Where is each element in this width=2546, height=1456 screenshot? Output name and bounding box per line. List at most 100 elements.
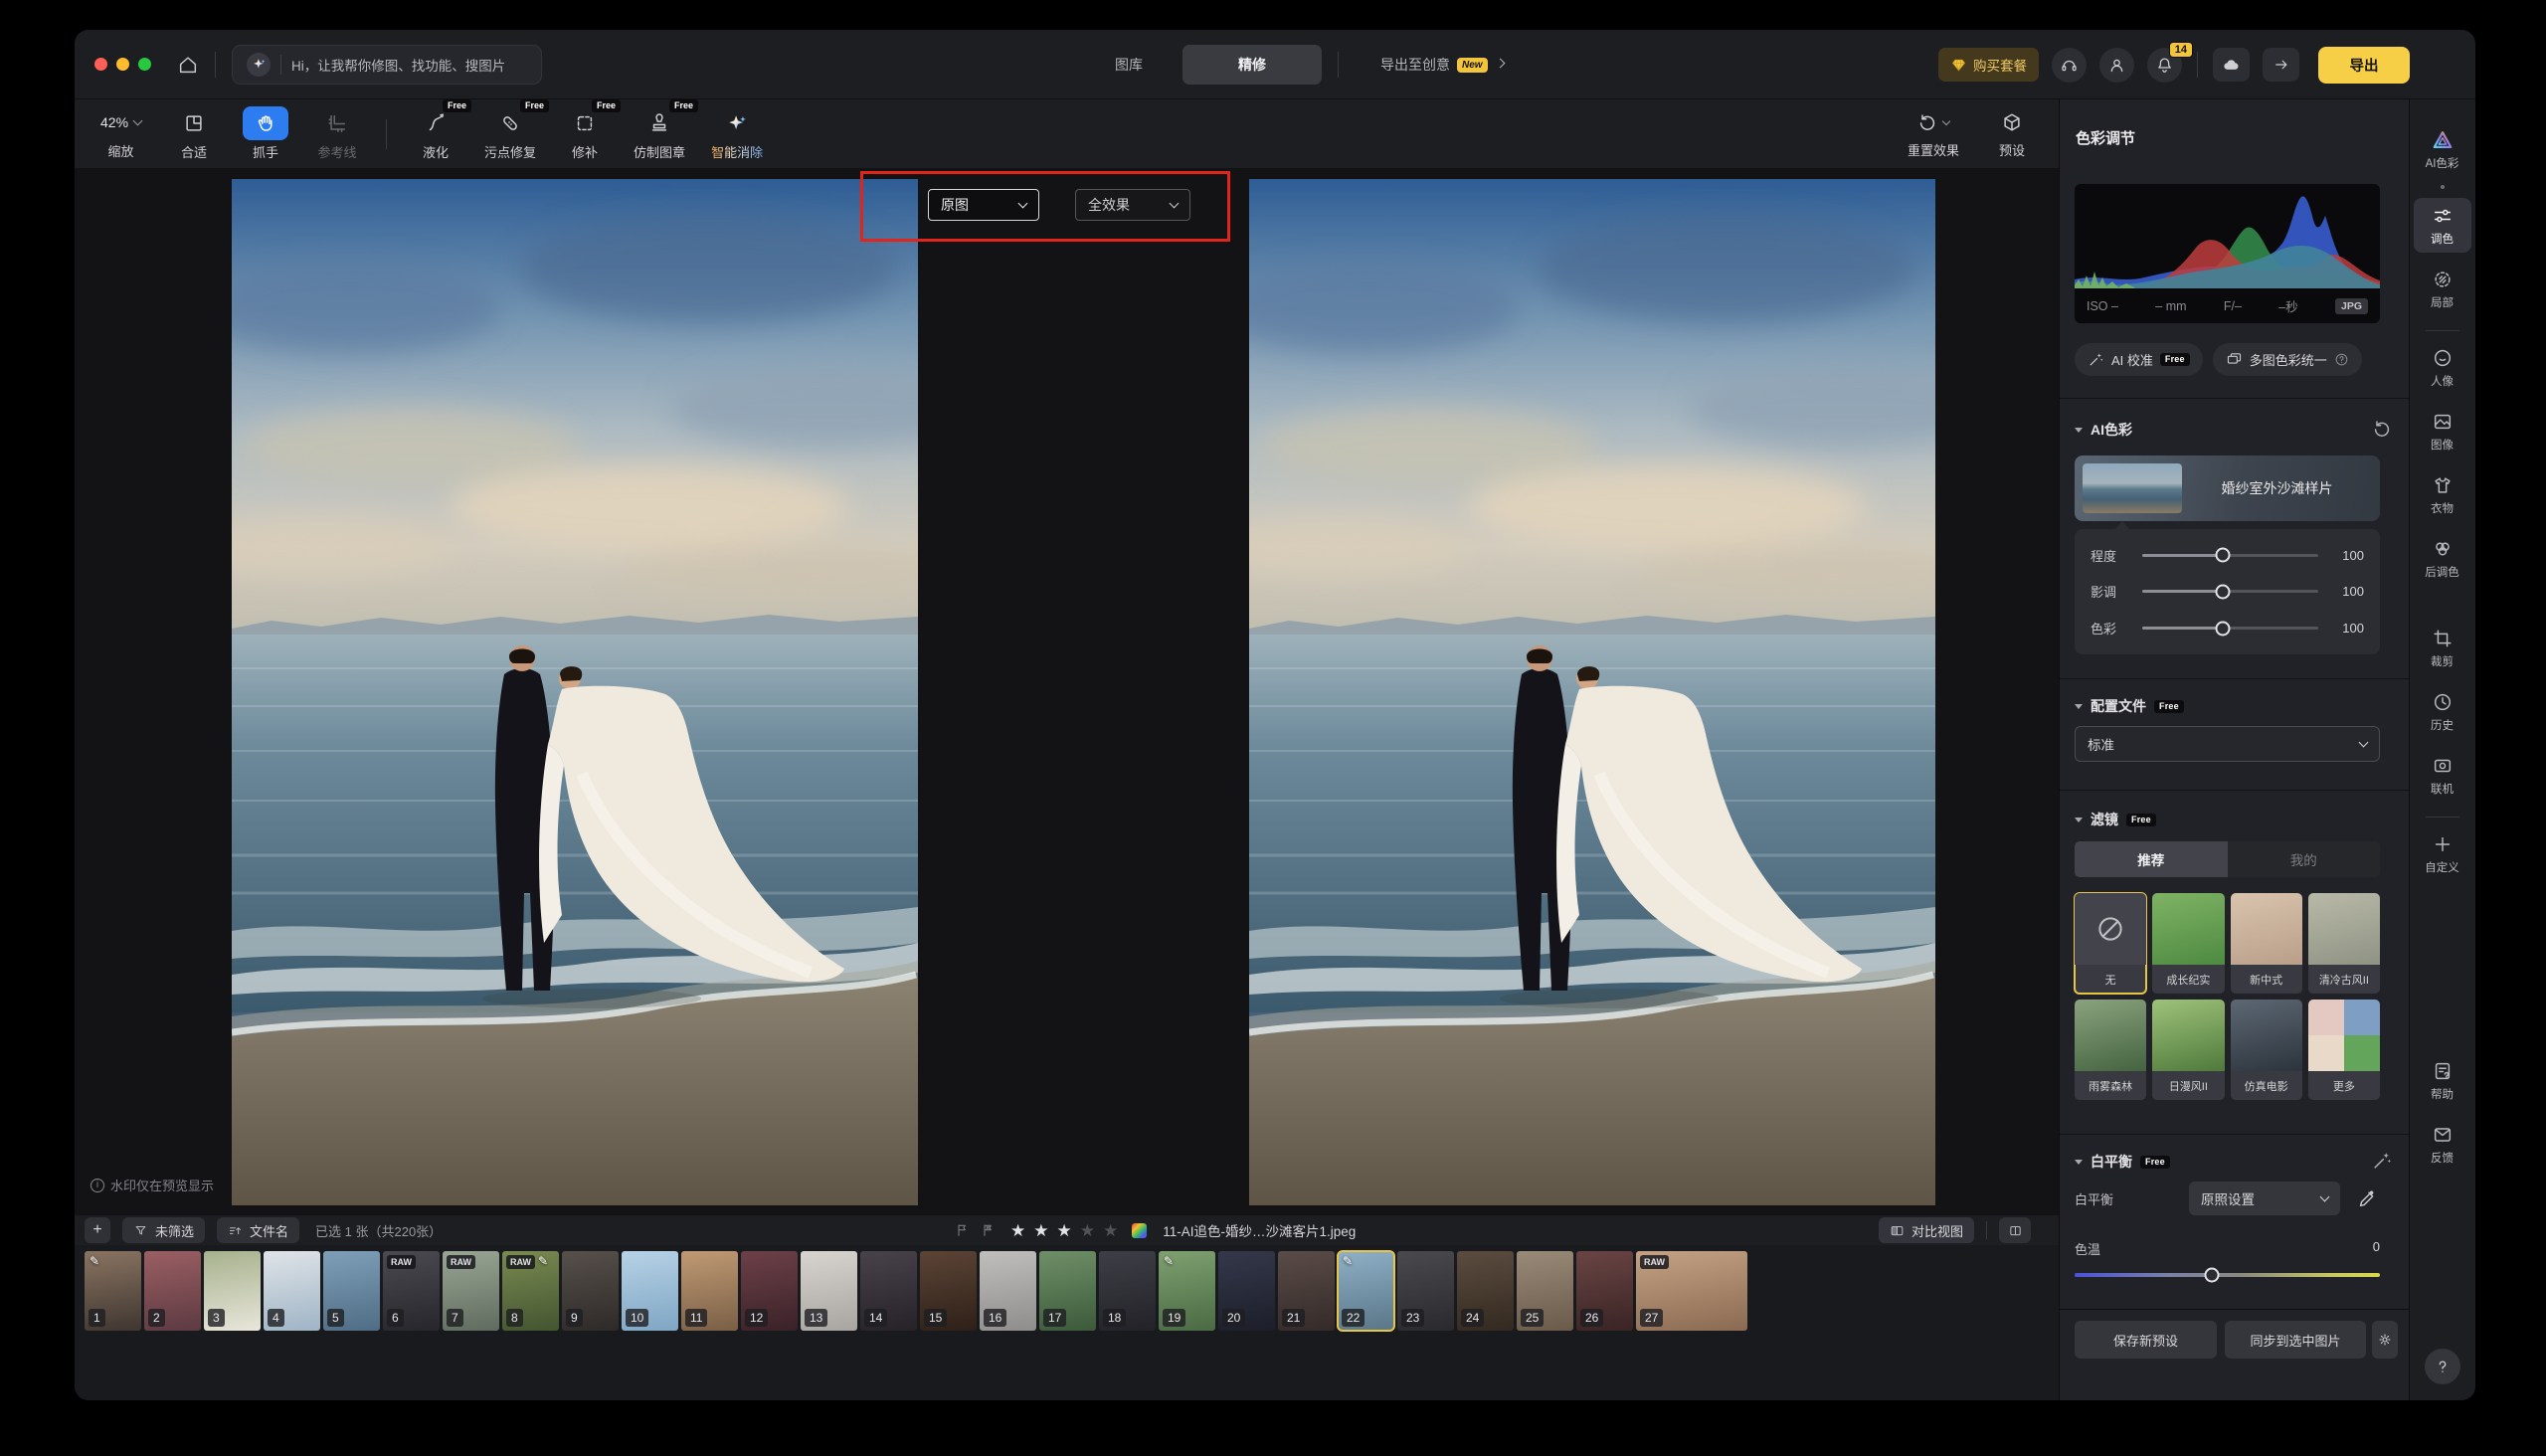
star-2[interactable]: ★ (1033, 1222, 1048, 1239)
ai-assistant-search[interactable]: Hi，让我帮你修图、找功能、搜图片 (232, 45, 542, 85)
multi-image-unify-button[interactable]: 多图色彩统一 (2213, 343, 2362, 376)
slider-knob[interactable] (2216, 548, 2231, 563)
temperature-slider[interactable] (2075, 1273, 2380, 1277)
white-balance-dropdown[interactable]: 原照设置 (2189, 1182, 2340, 1215)
filter-新中式[interactable]: 新中式 (2231, 893, 2302, 994)
filmstrip-thumb-14[interactable]: 14 (860, 1251, 917, 1331)
sidebar-item-裁剪[interactable]: 裁剪 (2414, 621, 2471, 675)
filter-无[interactable]: 无 (2075, 893, 2146, 994)
home-icon[interactable] (177, 54, 199, 76)
effects-view-dropdown[interactable]: 全效果 (1075, 189, 1190, 221)
filter-雨雾森林[interactable]: 雨雾森林 (2075, 1000, 2146, 1100)
filmstrip-thumb-17[interactable]: 17 (1039, 1251, 1096, 1331)
tool-heal[interactable]: 污点修复Free (484, 106, 536, 161)
star-5[interactable]: ★ (1103, 1222, 1118, 1239)
tool-guides[interactable]: 参考线 (314, 106, 360, 161)
sync-settings-button[interactable] (2372, 1321, 2398, 1359)
filmstrip-thumb-21[interactable]: 21 (1278, 1251, 1335, 1331)
sidebar-item-衣物[interactable]: 衣物 (2414, 467, 2471, 522)
filmstrip-thumb-24[interactable]: 24 (1457, 1251, 1514, 1331)
sidebar-item-局部[interactable]: 局部 (2414, 262, 2471, 316)
source-view-dropdown[interactable]: 原图 (928, 189, 1039, 221)
sidebar-item-帮助[interactable]: 帮助 (2414, 1053, 2471, 1108)
zoom-window-button[interactable] (138, 58, 151, 71)
sidebar-item-人像[interactable]: 人像 (2414, 340, 2471, 395)
section-reset-icon[interactable] (2371, 418, 2393, 440)
filter-清冷古风II[interactable]: 清冷古风II (2308, 893, 2380, 994)
filmstrip-thumb-4[interactable]: 4 (264, 1251, 320, 1331)
filmstrip-thumb-18[interactable]: 18 (1099, 1251, 1156, 1331)
filmstrip-thumb-3[interactable]: 3 (204, 1251, 261, 1331)
ai-color-preset-card[interactable]: 婚纱室外沙滩样片 (2075, 455, 2380, 521)
flag-reject-icon[interactable] (981, 1222, 997, 1238)
filmstrip-thumb-26[interactable]: 26 (1576, 1251, 1633, 1331)
filmstrip-thumb-19[interactable]: ✎19 (1159, 1251, 1215, 1331)
close-window-button[interactable] (94, 58, 107, 71)
filmstrip-thumb-1[interactable]: ✎1 (85, 1251, 141, 1331)
filter-日漫风II[interactable]: 日漫风II (2152, 1000, 2224, 1100)
tool-liquify[interactable]: 液化Free (413, 106, 458, 161)
tool-sparkle[interactable]: 智能消除 (711, 106, 763, 161)
sidebar-item-联机[interactable]: 联机 (2414, 748, 2471, 803)
filmstrip-thumb-27[interactable]: RAW27 (1636, 1251, 1747, 1331)
sidebar-item-调色[interactable]: 调色 (2414, 198, 2471, 253)
buy-plan-button[interactable]: 购买套餐 (1938, 48, 2039, 82)
split-pane-button[interactable] (1999, 1217, 2031, 1243)
reset-effects-button[interactable]: 重置效果 (1908, 108, 1959, 159)
sidebar-item-反馈[interactable]: 反馈 (2414, 1117, 2471, 1172)
slider-track[interactable] (2142, 590, 2318, 593)
cloud-sync-button[interactable] (2213, 48, 2250, 82)
star-1[interactable]: ★ (1010, 1222, 1025, 1239)
sort-button[interactable]: 文件名 (217, 1217, 299, 1243)
quick-export-button[interactable] (2263, 48, 2299, 82)
presets-button[interactable]: 预设 (1999, 108, 2025, 159)
support-button[interactable] (2052, 48, 2087, 83)
sidebar-item-图像[interactable]: 图像 (2414, 404, 2471, 458)
section-filter-header[interactable]: 滤镜 Free (2075, 810, 2156, 829)
tool-fit[interactable]: 合适 (171, 106, 217, 161)
add-photos-button[interactable]: + (85, 1217, 110, 1243)
flag-pick-icon[interactable] (955, 1222, 971, 1238)
section-profile-header[interactable]: 配置文件 Free (2075, 696, 2184, 716)
filmstrip-thumb-10[interactable]: 10 (622, 1251, 678, 1331)
star-4[interactable]: ★ (1080, 1222, 1095, 1239)
slider-track[interactable] (2142, 554, 2318, 557)
photo-canvas[interactable]: 原图 全效果 i 水印仅在预览显示 (75, 169, 2059, 1215)
filter-button[interactable]: 未筛选 (122, 1217, 205, 1243)
color-label-chip[interactable] (1132, 1223, 1147, 1238)
sidebar-item-AI色彩[interactable]: AI色彩 (2414, 122, 2471, 177)
eyedropper-icon[interactable] (2356, 1187, 2378, 1209)
account-button[interactable] (2099, 48, 2134, 83)
help-circle-icon[interactable] (2334, 352, 2349, 367)
compare-view-button[interactable]: 对比视图 (1879, 1217, 1974, 1243)
help-bubble-button[interactable] (2425, 1349, 2460, 1384)
export-button[interactable]: 导出 (2318, 47, 2410, 84)
tool-patch[interactable]: 修补Free (562, 106, 608, 161)
slider-knob[interactable] (2205, 1268, 2220, 1283)
filmstrip-thumb-20[interactable]: 20 (1218, 1251, 1275, 1331)
photo-before[interactable] (232, 179, 918, 1205)
sync-to-selected-button[interactable]: 同步到选中图片 (2225, 1321, 2366, 1359)
photo-after[interactable] (1249, 179, 1935, 1205)
star-3[interactable]: ★ (1057, 1222, 1072, 1239)
filmstrip-thumb-16[interactable]: 16 (980, 1251, 1036, 1331)
sidebar-item-历史[interactable]: 历史 (2414, 684, 2471, 739)
slider-track[interactable] (2142, 627, 2318, 630)
filmstrip-thumb-11[interactable]: 11 (681, 1251, 738, 1331)
tool-hand[interactable]: 抓手 (243, 106, 288, 161)
minimize-window-button[interactable] (116, 58, 129, 71)
filmstrip-thumb-6[interactable]: RAW6 (383, 1251, 440, 1331)
section-white-balance-header[interactable]: 白平衡 Free (2075, 1152, 2170, 1172)
sidebar-item-自定义[interactable]: 自定义 (2414, 826, 2471, 881)
tool-stamp[interactable]: 仿制图章Free (634, 106, 685, 161)
profile-dropdown[interactable]: 标准 (2075, 726, 2380, 762)
tab-export-creative[interactable]: 导出至创意 New (1355, 45, 1530, 85)
filmstrip-thumb-22[interactable]: ✎22 (1338, 1251, 1394, 1331)
filter-成长纪实[interactable]: 成长纪实 (2152, 893, 2224, 994)
auto-wb-wand-icon[interactable] (2371, 1150, 2393, 1172)
filter-更多[interactable]: 更多 (2308, 1000, 2380, 1100)
filmstrip-thumb-2[interactable]: 2 (144, 1251, 201, 1331)
slider-knob[interactable] (2216, 621, 2231, 636)
filmstrip-thumb-9[interactable]: 9 (562, 1251, 619, 1331)
filmstrip-thumb-7[interactable]: RAW7 (443, 1251, 499, 1331)
